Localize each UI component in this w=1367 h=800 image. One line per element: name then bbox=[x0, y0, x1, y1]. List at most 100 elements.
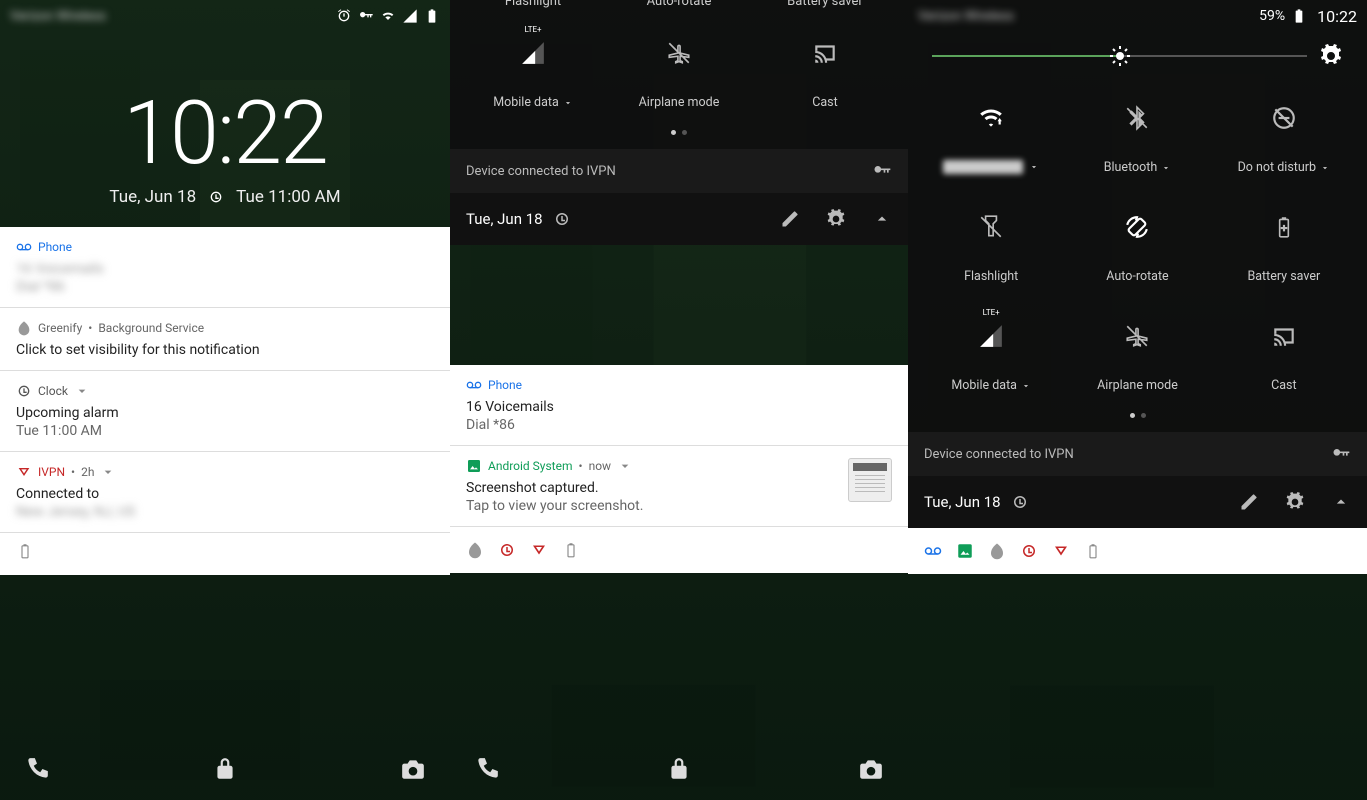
signal-triangle-icon bbox=[520, 40, 546, 66]
auto-rotate-icon bbox=[1124, 214, 1150, 240]
phone-shortcut-icon[interactable] bbox=[474, 756, 500, 782]
caret-down-icon bbox=[1021, 381, 1031, 391]
leaf-icon bbox=[988, 542, 1006, 560]
signal-icon bbox=[402, 8, 418, 24]
alarm-small-icon bbox=[208, 189, 224, 205]
lock-date: Tue, Jun 18 bbox=[109, 187, 196, 207]
status-bar: Verizon Wireless bbox=[0, 0, 450, 32]
qs-tile-battery-saver[interactable]: Battery saver bbox=[1211, 203, 1356, 284]
leaf-icon bbox=[466, 541, 484, 559]
image-icon bbox=[956, 542, 974, 560]
ivpn-notification[interactable]: IVPN • 2h Connected to New Jersey, NJ, U… bbox=[0, 452, 450, 533]
screenshot-body: Tap to view your screenshot. bbox=[466, 498, 643, 514]
camera-shortcut-icon[interactable] bbox=[858, 756, 884, 782]
gear-icon[interactable] bbox=[1285, 492, 1305, 512]
wifi-icon bbox=[978, 105, 1004, 131]
carrier-label: Verizon Wireless bbox=[10, 9, 106, 24]
alarm-icon bbox=[1011, 493, 1029, 511]
android-system-notification[interactable]: Android System • now Screenshot captured… bbox=[450, 446, 908, 527]
vpn-status-row[interactable]: Device connected to IVPN bbox=[450, 149, 908, 193]
battery-percent: 59% bbox=[1259, 8, 1285, 24]
qs-page-indicator bbox=[908, 401, 1367, 432]
ivpn-app-label: IVPN bbox=[38, 465, 65, 479]
collapsed-tray-icons[interactable] bbox=[908, 528, 1367, 574]
status-time: 10:22 bbox=[1317, 7, 1357, 26]
voicemail-icon bbox=[16, 239, 32, 255]
qs-tile-cast[interactable]: Cast bbox=[753, 29, 898, 110]
ivpn-title: Connected to bbox=[16, 486, 434, 502]
status-bar: Verizon Wireless 59% 10:22 bbox=[908, 0, 1367, 32]
cast-icon bbox=[1271, 323, 1297, 349]
lock-clock: 10:22 Tue, Jun 18 Tue 11:00 AM bbox=[0, 32, 450, 207]
phone-shortcut-icon[interactable] bbox=[24, 756, 50, 782]
quick-settings-full: Verizon Wireless 59% 10:22 Blueto bbox=[908, 0, 1367, 800]
cast-icon bbox=[812, 40, 838, 66]
clock-title: Upcoming alarm bbox=[16, 405, 434, 421]
ivpn-body-blurred: New Jersey, NJ, US bbox=[16, 504, 434, 520]
alarm-icon bbox=[498, 541, 516, 559]
chevron-down-icon bbox=[74, 383, 90, 399]
lock-time: 10:22 bbox=[0, 82, 450, 185]
lock-icon[interactable] bbox=[666, 756, 692, 782]
alarm-icon bbox=[336, 8, 352, 24]
caret-down-icon bbox=[1161, 163, 1171, 173]
lock-icon[interactable] bbox=[212, 756, 238, 782]
phone-title: 16 Voicemails bbox=[466, 399, 892, 415]
alarm-icon-small bbox=[16, 383, 32, 399]
airplane-off-icon bbox=[666, 40, 692, 66]
lockscreen-panel: Verizon Wireless 10:22 Tue, Jun 18 Tue 1… bbox=[0, 0, 450, 800]
battery-icon bbox=[424, 8, 440, 24]
chevron-up-icon[interactable] bbox=[1331, 492, 1351, 512]
qs-tile-bluetooth[interactable]: Bluetooth bbox=[1065, 94, 1210, 175]
phone-notification[interactable]: Phone 16 Voicemails Dial *86 bbox=[0, 227, 450, 308]
screenshot-thumbnail[interactable] bbox=[848, 458, 892, 502]
wifi-ssid-blurred bbox=[943, 160, 1023, 174]
greenify-app-label: Greenify bbox=[38, 321, 82, 335]
battery-icon bbox=[1291, 8, 1307, 24]
camera-shortcut-icon[interactable] bbox=[400, 756, 426, 782]
qs-tile-dnd[interactable]: Do not disturb bbox=[1211, 94, 1356, 175]
phone-body: Dial *86 bbox=[466, 417, 892, 433]
screenshot-title: Screenshot captured. bbox=[466, 480, 643, 496]
qs-tile-auto-rotate[interactable]: Auto-rotate bbox=[1065, 203, 1210, 284]
qs-tile-flashlight-label-only: Flashlight bbox=[461, 0, 606, 9]
qs-tile-batterysaver-label-only: Battery saver bbox=[753, 0, 898, 9]
phone-app-label: Phone bbox=[488, 378, 522, 392]
battery-small-icon bbox=[1084, 542, 1102, 560]
brightness-slider[interactable] bbox=[908, 32, 1367, 74]
qs-tile-cast[interactable]: Cast bbox=[1211, 312, 1356, 393]
chevron-up-icon[interactable] bbox=[872, 209, 892, 229]
phone-notif-body-blurred: Dial *86 bbox=[16, 279, 434, 295]
qs-tile-wifi[interactable] bbox=[919, 94, 1064, 175]
greenify-body: Click to set visibility for this notific… bbox=[16, 342, 434, 358]
vpn-status-row[interactable]: Device connected to IVPN bbox=[908, 432, 1367, 476]
qs-footer: Tue, Jun 18 bbox=[908, 476, 1367, 528]
qs-tile-airplane[interactable]: Airplane mode bbox=[1065, 312, 1210, 393]
collapsed-tray-icons[interactable] bbox=[450, 527, 908, 573]
qs-tile-flashlight[interactable]: Flashlight bbox=[919, 203, 1064, 284]
qs-tile-mobile-data[interactable]: LTE+ Mobile data bbox=[461, 29, 606, 110]
battery-saver-icon bbox=[1271, 214, 1297, 240]
gear-icon[interactable] bbox=[826, 209, 846, 229]
status-icons bbox=[336, 8, 440, 24]
qs-tile-airplane[interactable]: Airplane mode bbox=[607, 29, 752, 110]
gear-icon[interactable] bbox=[1319, 44, 1343, 68]
alarm-icon bbox=[553, 210, 571, 228]
edit-icon[interactable] bbox=[1239, 492, 1259, 512]
key-icon bbox=[358, 8, 374, 24]
clock-app-label: Clock bbox=[38, 384, 68, 398]
qs-tile-mobile-data[interactable]: LTE+ Mobile data bbox=[919, 312, 1064, 393]
notification-list: Phone 16 Voicemails Dial *86 Greenify • … bbox=[0, 227, 450, 575]
dnd-off-icon bbox=[1271, 105, 1297, 131]
clock-body: Tue 11:00 AM bbox=[16, 423, 434, 439]
greenify-notification[interactable]: Greenify • Background Service Click to s… bbox=[0, 308, 450, 371]
clock-notification[interactable]: Clock Upcoming alarm Tue 11:00 AM bbox=[0, 371, 450, 452]
caret-down-icon bbox=[563, 98, 573, 108]
phone-notification[interactable]: Phone 16 Voicemails Dial *86 bbox=[450, 365, 908, 446]
qs-page-indicator bbox=[450, 118, 908, 149]
edit-icon[interactable] bbox=[780, 209, 800, 229]
qs-tile-autorotate-label-only: Auto-rotate bbox=[607, 0, 752, 9]
qs-footer-date: Tue, Jun 18 bbox=[924, 493, 1001, 511]
ivpn-icon bbox=[530, 541, 548, 559]
key-icon bbox=[872, 161, 892, 181]
